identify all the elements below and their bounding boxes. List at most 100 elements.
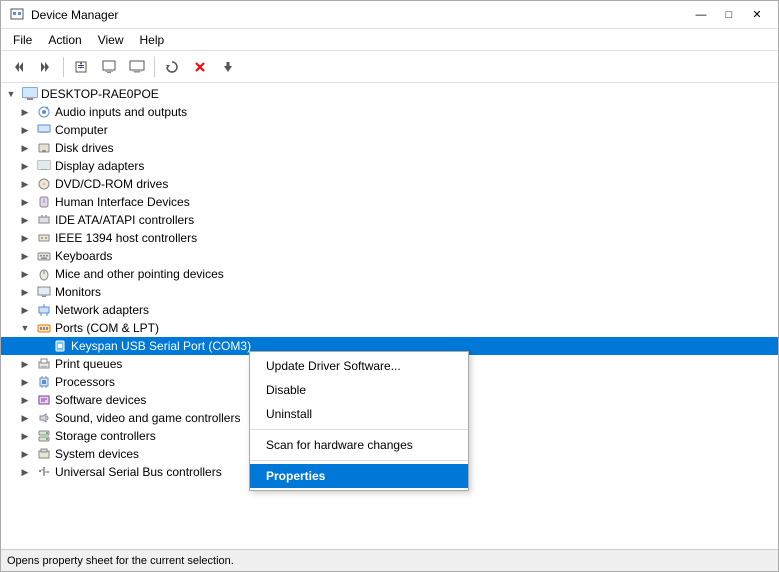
menu-bar: File Action View Help <box>1 29 778 51</box>
software-icon <box>36 392 52 408</box>
computer-device-icon <box>36 122 52 138</box>
window-title: Device Manager <box>31 8 688 22</box>
usb-expand[interactable]: ▶ <box>17 464 33 480</box>
ctx-separator-2 <box>250 460 468 461</box>
device-manager-window: Device Manager — □ ✕ File Action View He… <box>0 0 779 572</box>
audio-label: Audio inputs and outputs <box>55 105 776 119</box>
keyboard-icon <box>36 248 52 264</box>
context-menu: Update Driver Software... Disable Uninst… <box>249 351 469 491</box>
dvd-expand[interactable]: ▶ <box>17 176 33 192</box>
monitors-icon <box>36 284 52 300</box>
hid-label: Human Interface Devices <box>55 195 776 209</box>
properties-button[interactable]: ? <box>68 54 94 80</box>
computer-button[interactable] <box>124 54 150 80</box>
ports-label: Ports (COM & LPT) <box>55 321 776 335</box>
tree-item-display[interactable]: ▶ Display adapters <box>1 157 778 175</box>
processors-expand[interactable]: ▶ <box>17 374 33 390</box>
update-button[interactable] <box>215 54 241 80</box>
close-button[interactable]: ✕ <box>744 5 770 25</box>
ieee-icon <box>36 230 52 246</box>
svg-text:?: ? <box>79 65 82 71</box>
tree-item-audio[interactable]: ▶ Audio inputs and outputs <box>1 103 778 121</box>
computer-label: Computer <box>55 123 776 137</box>
system-icon <box>36 446 52 462</box>
system-expand[interactable]: ▶ <box>17 446 33 462</box>
menu-help[interactable]: Help <box>132 31 173 49</box>
toolbar-separator-1 <box>63 57 64 77</box>
menu-action[interactable]: Action <box>40 31 89 49</box>
dvd-icon <box>36 176 52 192</box>
tree-root[interactable]: ▼ DESKTOP-RAE0POE <box>1 85 778 103</box>
ide-expand[interactable]: ▶ <box>17 212 33 228</box>
minimize-button[interactable]: — <box>688 5 714 25</box>
monitors-expand[interactable]: ▶ <box>17 284 33 300</box>
ctx-scan[interactable]: Scan for hardware changes <box>250 433 468 457</box>
network-icon <box>36 302 52 318</box>
disk-icon <box>36 140 52 156</box>
display-expand[interactable]: ▶ <box>17 158 33 174</box>
audio-expand[interactable]: ▶ <box>17 104 33 120</box>
tree-item-ide[interactable]: ▶ IDE ATA/ATAPI controllers <box>1 211 778 229</box>
mice-expand[interactable]: ▶ <box>17 266 33 282</box>
forward-button[interactable] <box>33 54 59 80</box>
ieee-label: IEEE 1394 host controllers <box>55 231 776 245</box>
network-expand[interactable]: ▶ <box>17 302 33 318</box>
hid-icon <box>36 194 52 210</box>
main-area: ▼ DESKTOP-RAE0POE ▶ <box>1 83 778 549</box>
tree-item-keyboard[interactable]: ▶ Keyboards <box>1 247 778 265</box>
display-icon <box>36 158 52 174</box>
ports-expand[interactable]: ▼ <box>17 320 33 336</box>
title-bar: Device Manager — □ ✕ <box>1 1 778 29</box>
mice-label: Mice and other pointing devices <box>55 267 776 281</box>
audio-icon <box>36 104 52 120</box>
tree-item-ieee[interactable]: ▶ IEEE 1394 host controllers <box>1 229 778 247</box>
print-expand[interactable]: ▶ <box>17 356 33 372</box>
mice-icon <box>36 266 52 282</box>
menu-file[interactable]: File <box>5 31 40 49</box>
ctx-disable[interactable]: Disable <box>250 378 468 402</box>
computer-expand[interactable]: ▶ <box>17 122 33 138</box>
tree-item-network[interactable]: ▶ Network adapters <box>1 301 778 319</box>
ide-icon <box>36 212 52 228</box>
ctx-properties[interactable]: Properties <box>250 464 468 488</box>
keyspan-expand <box>33 338 49 354</box>
storage-icon <box>36 428 52 444</box>
dvd-label: DVD/CD-ROM drives <box>55 177 776 191</box>
sound-expand[interactable]: ▶ <box>17 410 33 426</box>
toolbar-separator-2 <box>154 57 155 77</box>
tree-item-hid[interactable]: ▶ Human Interface Devices <box>1 193 778 211</box>
ctx-uninstall[interactable]: Uninstall <box>250 402 468 426</box>
disk-label: Disk drives <box>55 141 776 155</box>
network-label: Network adapters <box>55 303 776 317</box>
menu-view[interactable]: View <box>90 31 132 49</box>
keyboard-expand[interactable]: ▶ <box>17 248 33 264</box>
keyspan-icon <box>52 338 68 354</box>
maximize-button[interactable]: □ <box>716 5 742 25</box>
status-text: Opens property sheet for the current sel… <box>7 555 234 567</box>
tree-item-dvd[interactable]: ▶ DVD/CD-ROM drives <box>1 175 778 193</box>
keyboard-label: Keyboards <box>55 249 776 263</box>
root-expand[interactable]: ▼ <box>3 86 19 102</box>
root-label: DESKTOP-RAE0POE <box>41 87 776 101</box>
tree-item-monitors[interactable]: ▶ Monitors <box>1 283 778 301</box>
device-manager-button[interactable] <box>96 54 122 80</box>
software-expand[interactable]: ▶ <box>17 392 33 408</box>
disk-expand[interactable]: ▶ <box>17 140 33 156</box>
tree-panel[interactable]: ▼ DESKTOP-RAE0POE ▶ <box>1 83 778 549</box>
hid-expand[interactable]: ▶ <box>17 194 33 210</box>
remove-button[interactable] <box>187 54 213 80</box>
ieee-expand[interactable]: ▶ <box>17 230 33 246</box>
tree-item-ports[interactable]: ▼ Ports (COM & LPT) <box>1 319 778 337</box>
tree-item-computer[interactable]: ▶ Computer <box>1 121 778 139</box>
usb-icon <box>36 464 52 480</box>
tree-item-disk[interactable]: ▶ Disk drives <box>1 139 778 157</box>
status-bar: Opens property sheet for the current sel… <box>1 549 778 571</box>
tree-item-mice[interactable]: ▶ Mice and other pointing devices <box>1 265 778 283</box>
ctx-update[interactable]: Update Driver Software... <box>250 354 468 378</box>
scan-button[interactable] <box>159 54 185 80</box>
print-icon <box>36 356 52 372</box>
computer-icon <box>22 86 38 102</box>
storage-expand[interactable]: ▶ <box>17 428 33 444</box>
back-button[interactable] <box>5 54 31 80</box>
toolbar: ? <box>1 51 778 83</box>
